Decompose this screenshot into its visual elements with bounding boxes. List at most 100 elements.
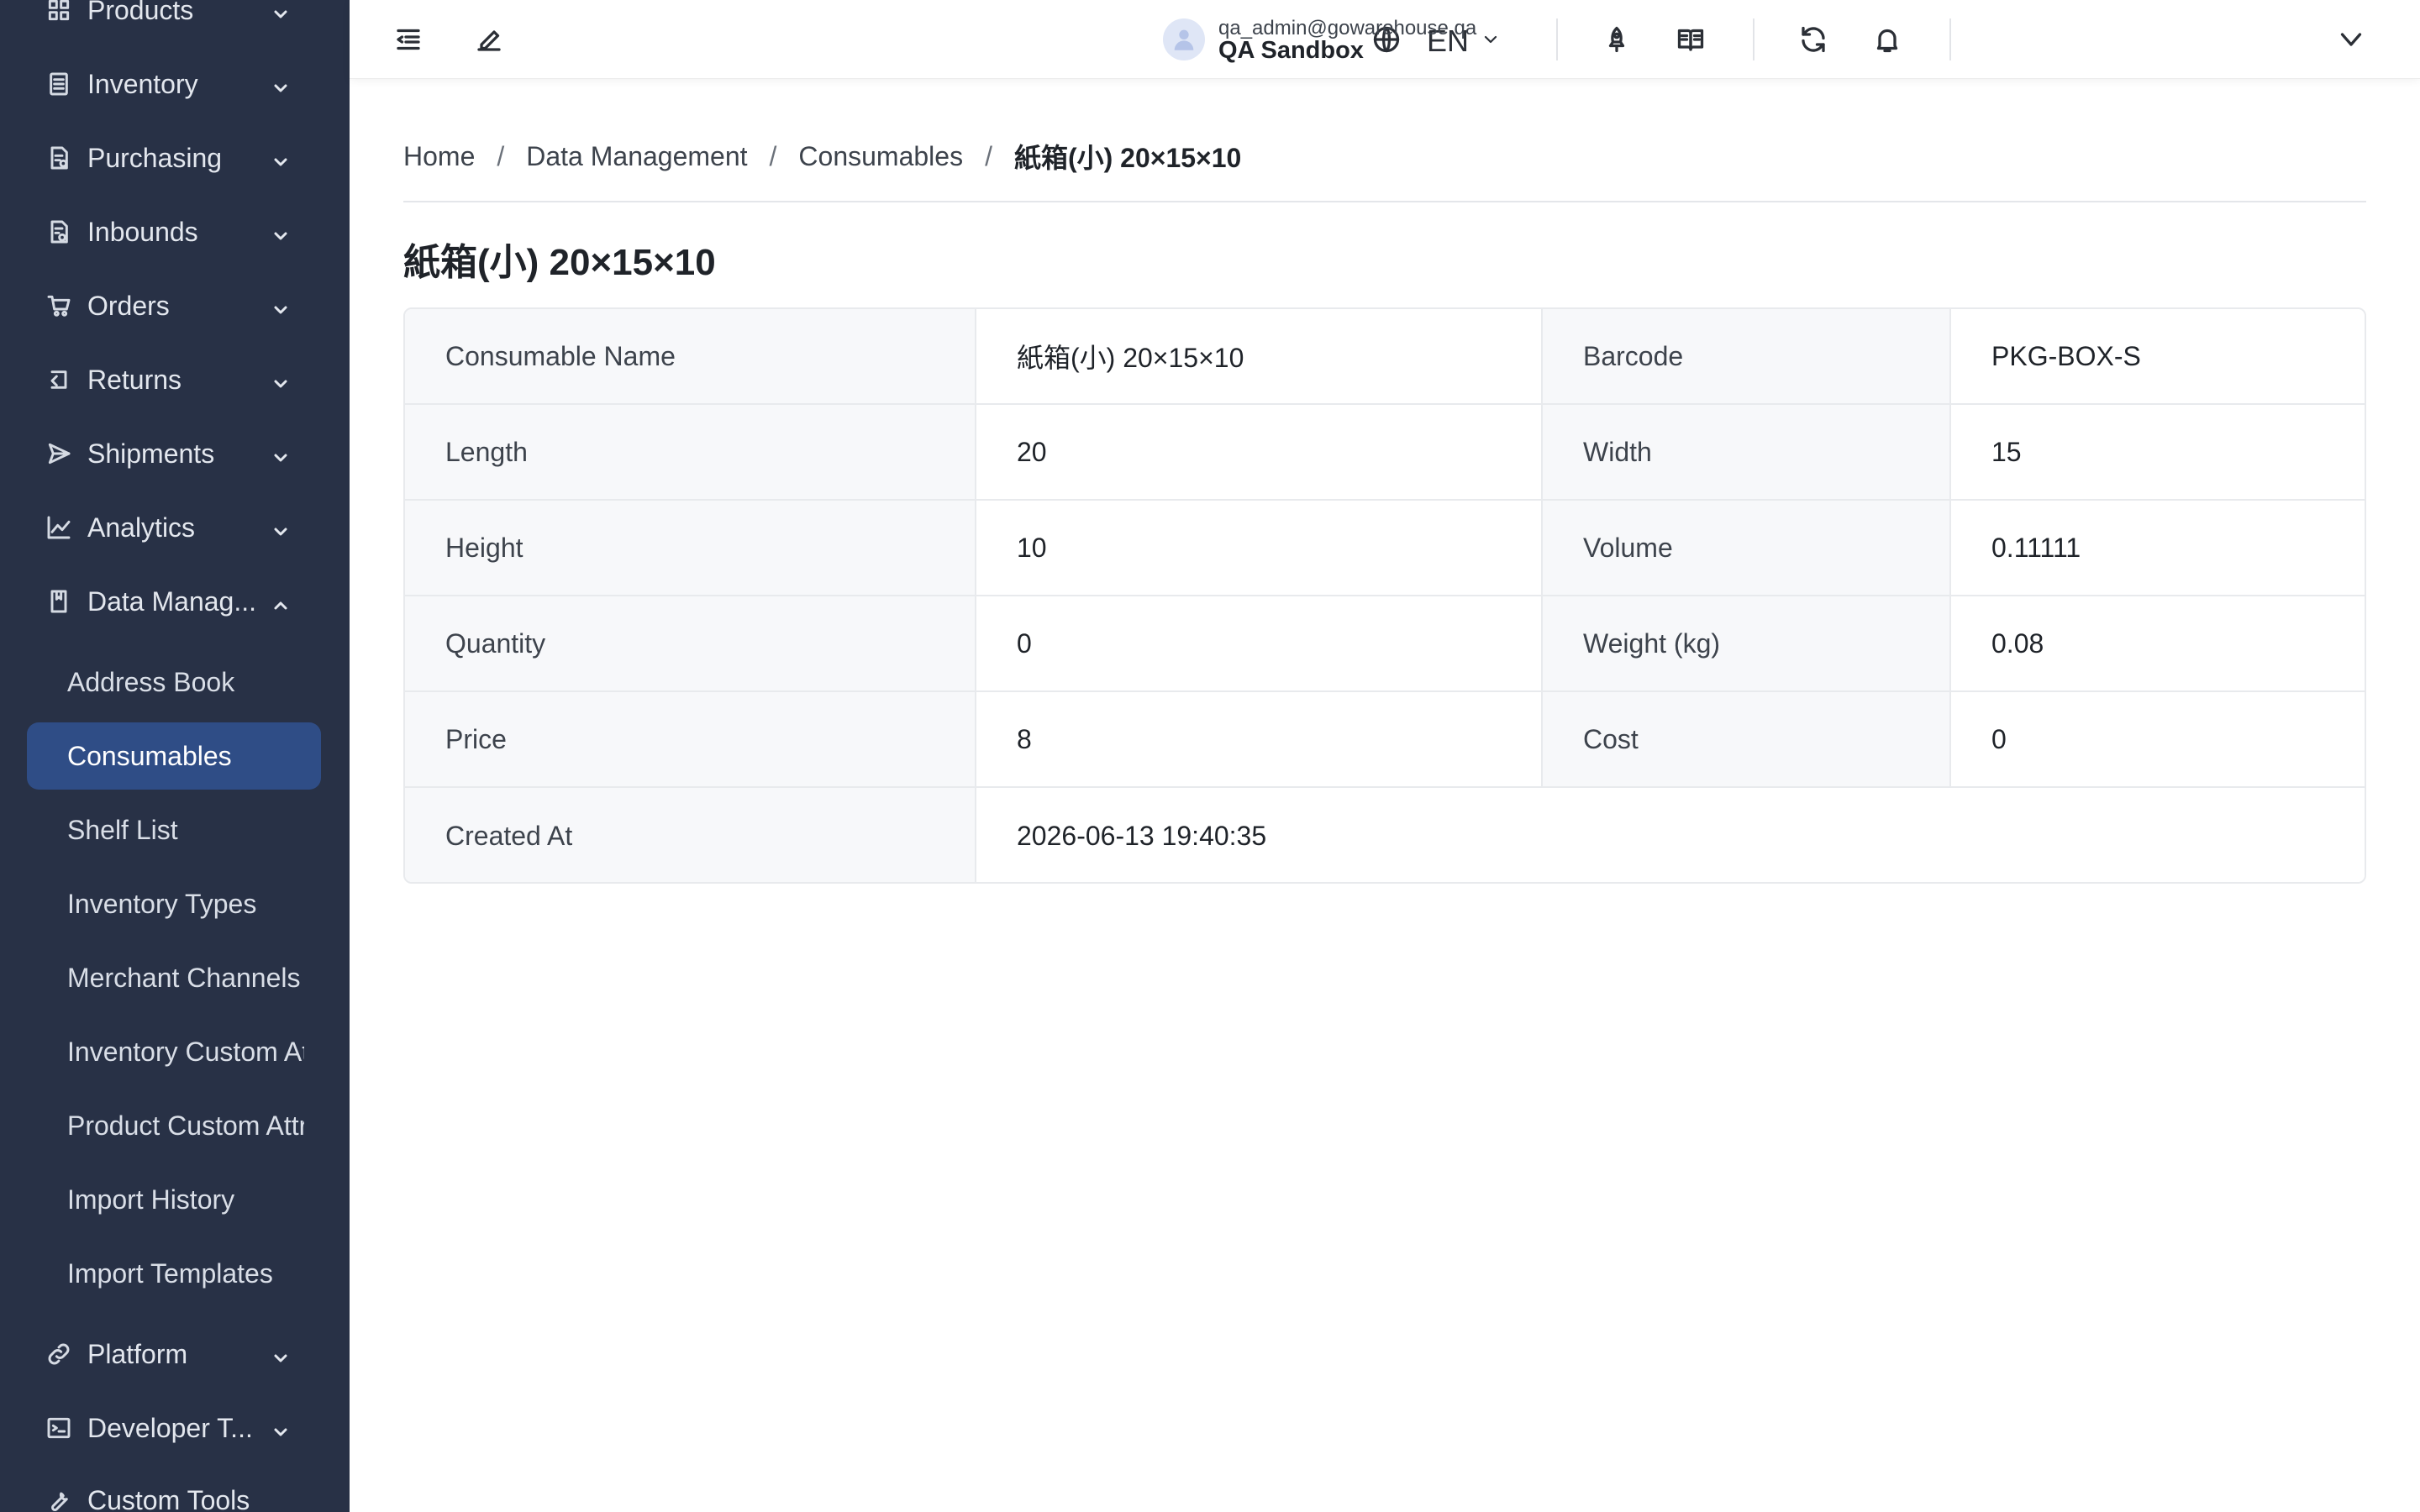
breadcrumb-separator: / bbox=[769, 140, 777, 171]
sidebar-item-label: Inventory bbox=[87, 68, 198, 99]
header-divider bbox=[1753, 18, 1754, 60]
chevron-down-icon bbox=[271, 370, 291, 390]
sidebar-subitem-product-custom-attributes[interactable]: Product Custom Attributes bbox=[27, 1092, 321, 1159]
link-icon bbox=[45, 1341, 72, 1368]
sidebar-item-shipments[interactable]: Shipments bbox=[0, 422, 350, 486]
top-header: EN qa_admin@gowarehouse.qa QA Sandbox bbox=[350, 0, 2420, 79]
sidebar-subitem-consumables[interactable]: Consumables bbox=[27, 722, 321, 790]
table-row: Height 10 Volume 0.11111 bbox=[405, 501, 2365, 596]
rocket-icon[interactable] bbox=[1600, 23, 1634, 56]
bell-icon[interactable] bbox=[1870, 23, 1904, 56]
sidebar-item-label: Custom Tools bbox=[87, 1484, 250, 1512]
table-row: Quantity 0 Weight (kg) 0.08 bbox=[405, 596, 2365, 692]
inbound-doc-icon bbox=[45, 218, 72, 245]
breadcrumb-separator: / bbox=[985, 140, 992, 171]
chevron-down-icon bbox=[271, 444, 291, 464]
sidebar-subitem-address-book[interactable]: Address Book bbox=[27, 648, 321, 716]
sidebar-item-data-management[interactable]: Data Manag... bbox=[0, 570, 350, 633]
field-value: 紙箱(小) 20×15×10 bbox=[976, 309, 1543, 403]
field-value: 10 bbox=[976, 501, 1543, 595]
edit-icon[interactable] bbox=[472, 23, 506, 56]
chevron-down-icon[interactable] bbox=[2334, 23, 2368, 56]
sidebar-subitem-label: Import Templates bbox=[67, 1257, 273, 1289]
table-row: Created At 2026-06-13 19:40:35 bbox=[405, 788, 2365, 882]
sidebar-subitem-inventory-custom-attributes[interactable]: Inventory Custom Attributes bbox=[27, 1018, 321, 1085]
field-value: 0 bbox=[976, 596, 1543, 690]
chevron-down-icon bbox=[271, 148, 291, 168]
header-divider bbox=[1556, 18, 1558, 60]
sidebar-item-returns[interactable]: Returns bbox=[0, 348, 350, 412]
sidebar-item-label: Platform bbox=[87, 1338, 188, 1369]
sidebar-item-custom-tools[interactable]: Custom Tools bbox=[0, 1468, 350, 1512]
sidebar-subitem-import-templates[interactable]: Import Templates bbox=[27, 1240, 321, 1307]
sidebar-item-purchasing[interactable]: Purchasing bbox=[0, 126, 350, 190]
sidebar-subitem-label: Import History bbox=[67, 1184, 235, 1215]
book-icon bbox=[45, 588, 72, 615]
sidebar-item-analytics[interactable]: Analytics bbox=[0, 496, 350, 559]
sidebar-item-label: Inbounds bbox=[87, 216, 198, 247]
sidebar-subitem-label: Product Custom Attributes bbox=[67, 1110, 304, 1141]
sidebar-subitem-label: Merchant Channels bbox=[67, 962, 301, 993]
chevron-up-icon bbox=[271, 591, 291, 612]
field-label: Quantity bbox=[405, 596, 976, 690]
send-icon bbox=[45, 440, 72, 467]
sidebar-subitem-label: Inventory Types bbox=[67, 888, 257, 919]
field-value: 0.11111 bbox=[1951, 501, 2365, 595]
breadcrumb-home[interactable]: Home bbox=[403, 141, 475, 172]
breadcrumb-separator: / bbox=[497, 140, 505, 171]
sidebar-subitem-merchant-channels[interactable]: Merchant Channels bbox=[27, 944, 321, 1011]
field-label: Volume bbox=[1543, 501, 1951, 595]
chevron-down-icon bbox=[271, 517, 291, 538]
book-open-icon[interactable] bbox=[1674, 23, 1707, 56]
breadcrumb-data-management[interactable]: Data Management bbox=[526, 141, 747, 172]
sidebar-item-inbounds[interactable]: Inbounds bbox=[0, 200, 350, 264]
chevron-down-icon[interactable] bbox=[1476, 24, 1506, 55]
chevron-down-icon bbox=[271, 222, 291, 242]
sidebar-item-orders[interactable]: Orders bbox=[0, 274, 350, 338]
sidebar-subitem-inventory-types[interactable]: Inventory Types bbox=[27, 870, 321, 937]
avatar[interactable] bbox=[1163, 18, 1205, 60]
sidebar: Products Inventory Purchasing Inbounds O… bbox=[0, 0, 350, 1512]
field-value: 8 bbox=[976, 692, 1543, 786]
table-row: Consumable Name 紙箱(小) 20×15×10 Barcode P… bbox=[405, 309, 2365, 405]
table-row: Price 8 Cost 0 bbox=[405, 692, 2365, 788]
field-value: 15 bbox=[1951, 405, 2365, 499]
sidebar-item-label: Products bbox=[87, 0, 194, 25]
breadcrumb-current: 紙箱(小) 20×15×10 bbox=[1013, 143, 1242, 173]
field-label: Cost bbox=[1543, 692, 1951, 786]
collapse-menu-icon[interactable] bbox=[392, 23, 425, 56]
chevron-down-icon bbox=[271, 74, 291, 94]
sidebar-item-label: Returns bbox=[87, 364, 182, 395]
sidebar-item-label: Orders bbox=[87, 290, 170, 321]
field-value: 20 bbox=[976, 405, 1543, 499]
sidebar-subitem-label: Shelf List bbox=[67, 814, 178, 845]
sidebar-item-label: Purchasing bbox=[87, 142, 223, 173]
breadcrumb: Home / Data Management / Consumables / 紙… bbox=[403, 138, 1241, 175]
chevron-down-icon bbox=[271, 1344, 291, 1364]
sidebar-item-label: Shipments bbox=[87, 438, 215, 469]
field-label: Height bbox=[405, 501, 976, 595]
sidebar-item-inventory[interactable]: Inventory bbox=[0, 52, 350, 116]
sidebar-item-platform[interactable]: Platform bbox=[0, 1322, 350, 1386]
grid-icon bbox=[45, 0, 72, 24]
field-label: Width bbox=[1543, 405, 1951, 499]
detail-table: Consumable Name 紙箱(小) 20×15×10 Barcode P… bbox=[403, 307, 2366, 884]
breadcrumb-consumables[interactable]: Consumables bbox=[798, 141, 963, 172]
field-value: 2026-06-13 19:40:35 bbox=[976, 788, 2365, 882]
sidebar-subitem-shelf-list[interactable]: Shelf List bbox=[27, 796, 321, 864]
user-org: QA Sandbox bbox=[1218, 37, 1364, 64]
field-value: 0 bbox=[1951, 692, 2365, 786]
sidebar-item-label: Data Manag... bbox=[87, 585, 256, 617]
refresh-icon[interactable] bbox=[1797, 23, 1830, 56]
cart-icon bbox=[45, 292, 72, 319]
return-icon bbox=[45, 366, 72, 393]
inventory-icon bbox=[45, 71, 72, 97]
sidebar-subitem-import-history[interactable]: Import History bbox=[27, 1166, 321, 1233]
sidebar-item-products[interactable]: Products bbox=[0, 0, 350, 42]
terminal-icon bbox=[45, 1415, 72, 1441]
field-label: Created At bbox=[405, 788, 976, 882]
sidebar-item-developer-tools[interactable]: Developer T... bbox=[0, 1396, 350, 1460]
chart-line-icon bbox=[45, 514, 72, 541]
user-icon bbox=[1174, 29, 1194, 50]
sidebar-subitem-label: Consumables bbox=[67, 740, 232, 771]
